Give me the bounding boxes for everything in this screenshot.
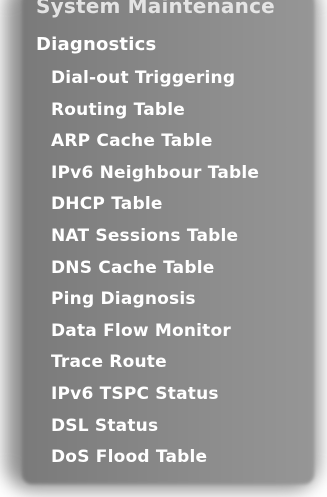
menu-item-nat-sessions-table[interactable]: NAT Sessions Table [51,224,259,256]
menu-item-arp-cache-table[interactable]: ARP Cache Table [51,129,259,161]
menu-item-routing-table[interactable]: Routing Table [51,98,259,130]
menu-item-ipv6-tspc-status[interactable]: IPv6 TSPC Status [51,382,259,414]
menu-item-dos-flood-table[interactable]: DoS Flood Table [51,445,259,477]
menu-item-dial-out-triggering[interactable]: Dial-out Triggering [51,66,259,98]
menu-item-ping-diagnosis[interactable]: Ping Diagnosis [51,287,259,319]
menu-item-ipv6-neighbour-table[interactable]: IPv6 Neighbour Table [51,161,259,193]
menu-screenshot-frame: System Maintenance Diagnostics Dial-out … [0,0,327,497]
menu-item-dns-cache-table[interactable]: DNS Cache Table [51,256,259,288]
section-title-diagnostics[interactable]: Diagnostics [36,34,156,56]
menu-header-system-maintenance[interactable]: System Maintenance [36,0,275,16]
diagnostics-menu: System Maintenance Diagnostics Dial-out … [0,0,327,497]
menu-item-data-flow-monitor[interactable]: Data Flow Monitor [51,319,259,351]
menu-item-trace-route[interactable]: Trace Route [51,350,259,382]
diagnostics-submenu: Dial-out Triggering Routing Table ARP Ca… [51,66,259,477]
menu-item-dsl-status[interactable]: DSL Status [51,414,259,446]
menu-item-dhcp-table[interactable]: DHCP Table [51,192,259,224]
